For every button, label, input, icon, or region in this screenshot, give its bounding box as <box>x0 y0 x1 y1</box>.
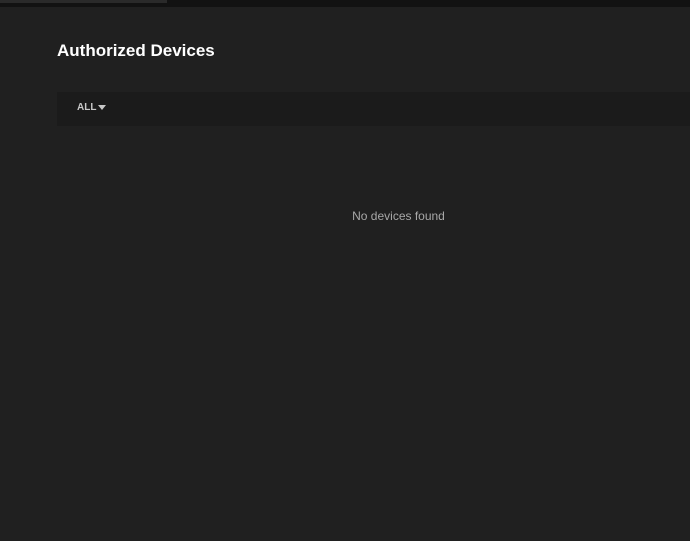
page-title: Authorized Devices <box>57 41 215 60</box>
filter-bar: ALL <box>57 92 690 126</box>
empty-state-message: No devices found <box>352 209 445 223</box>
device-filter-dropdown[interactable]: ALL <box>77 102 107 113</box>
filter-label: ALL <box>77 102 97 113</box>
top-bar <box>0 0 690 7</box>
top-tab <box>0 0 167 3</box>
caret-down-icon <box>98 105 107 110</box>
